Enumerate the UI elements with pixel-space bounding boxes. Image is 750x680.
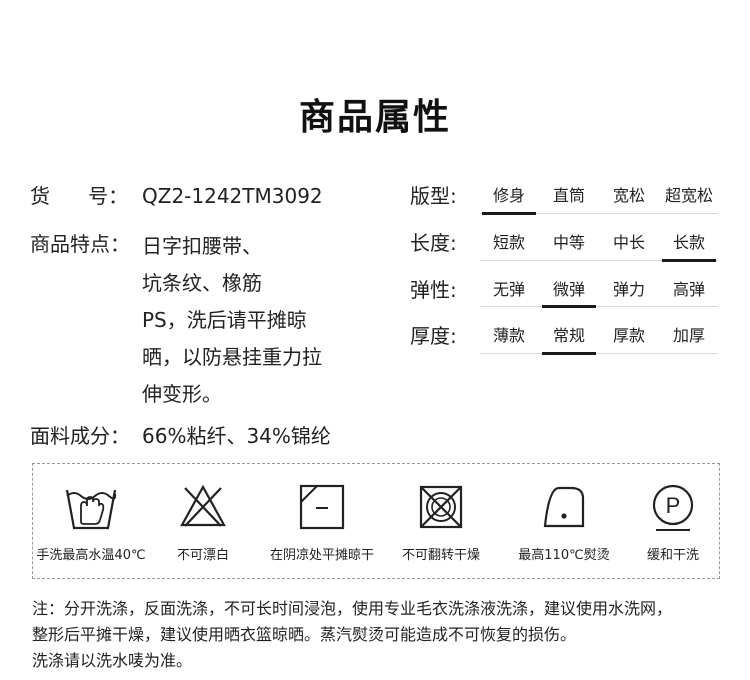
care-item-gentle-dry-clean: P 缓和干洗 [615,464,731,578]
thickness-option-thin: 薄款 [492,326,525,345]
material-value: 66%粘纤、34%锦纶 [142,424,331,448]
fit-label: 版型: [410,184,457,208]
care-item-no-tumble-dry: 不可翻转干燥 [377,464,505,578]
elasticity-option-none: 无弹 [492,280,525,299]
elasticity-option-slight: 微弹 [552,280,585,299]
features-line: PS，洗后请平摊晾 [142,308,307,332]
thickness-option-regular: 常规 [552,326,585,345]
material-row: 面料成分： 66%粘纤、34%锦纶 [30,422,390,450]
page-title: 商品属性 [298,97,451,138]
elasticity-label: 弹性: [410,278,457,302]
care-item-no-bleach: 不可漂白 [141,464,265,578]
thickness-option-extra-thick: 加厚 [672,326,705,345]
care-note-line: 注：分开洗涤，反面洗涤，不可长时间浸泡，使用专业毛衣洗涤液洗涤，建议使用水洗网， [32,599,673,618]
fit-option-loose: 宽松 [612,186,645,205]
fit-option-extra-loose: 超宽松 [664,186,713,205]
iron-110-icon [543,486,585,528]
length-selected-indicator [662,259,716,262]
fit-selected-indicator [482,212,536,215]
features-line: 日字扣腰带、 [142,234,262,258]
thickness-selected-indicator [542,352,596,355]
length-label: 长度: [410,231,457,255]
length-option-short: 短款 [492,233,525,252]
care-label: 不可翻转干燥 [401,548,480,563]
care-label: 缓和干洗 [646,548,699,563]
care-instructions-box: 手洗最高水温40℃ 不可漂白 在阴凉处平摊晾干 不可翻转干燥 最高110℃熨烫 [32,463,720,579]
length-option-long: 长款 [672,233,705,252]
care-label: 不可漂白 [176,548,229,563]
hand-wash-icon [65,489,117,530]
features-line: 坑条纹、橡筋 [142,271,262,295]
svg-text:P: P [666,493,681,518]
care-note-line: 整形后平摊干燥，建议使用晒衣篮晾晒。蒸汽熨烫可能造成不可恢复的损伤。 [32,625,577,644]
care-item-shade-flat-dry: 在阴凉处平摊晾干 [257,464,387,578]
features-value: 日字扣腰带、 坑条纹、橡筋 PS，洗后请平摊晾 晒，以防悬挂重力拉 伸变形。 [142,232,322,417]
divider [480,306,718,307]
length-option-medium: 中等 [552,233,585,252]
item-number-value: QZ2-1242TM3092 [142,184,323,208]
care-item-hand-wash: 手洗最高水温40℃ [29,464,153,578]
features-label: 商品特点： [30,232,130,256]
thickness-option-thick: 厚款 [612,326,645,345]
features-line: 晒，以防悬挂重力拉 [142,345,322,369]
features-line: 伸变形。 [142,382,222,406]
care-note-line: 洗涤请以洗水唛为准。 [32,651,193,670]
thickness-label: 厚度: [410,324,457,348]
shade-flat-dry-icon [299,484,345,530]
length-option-mid-long: 中长 [612,233,645,252]
gentle-dry-clean-icon: P [652,484,694,531]
item-number-row: 货 号： QZ2-1242TM3092 [30,182,370,210]
no-bleach-icon [180,484,226,527]
elasticity-option-high: 高弹 [672,280,705,299]
fit-option-straight: 直筒 [552,186,585,205]
divider [480,353,718,354]
care-label: 手洗最高水温40℃ [36,548,146,563]
elasticity-selected-indicator [542,305,596,308]
features-row: 商品特点： [30,230,150,258]
care-label: 在阴凉处平摊晾干 [269,548,374,563]
item-number-label: 货 号： [30,184,129,208]
care-item-iron: 最高110℃熨烫 [499,464,629,578]
material-label: 面料成分： [30,424,130,448]
no-tumble-dry-icon [419,485,463,529]
elasticity-option-stretch: 弹力 [612,280,645,299]
care-label: 最高110℃熨烫 [518,548,610,563]
fit-option-slim: 修身 [492,186,525,205]
